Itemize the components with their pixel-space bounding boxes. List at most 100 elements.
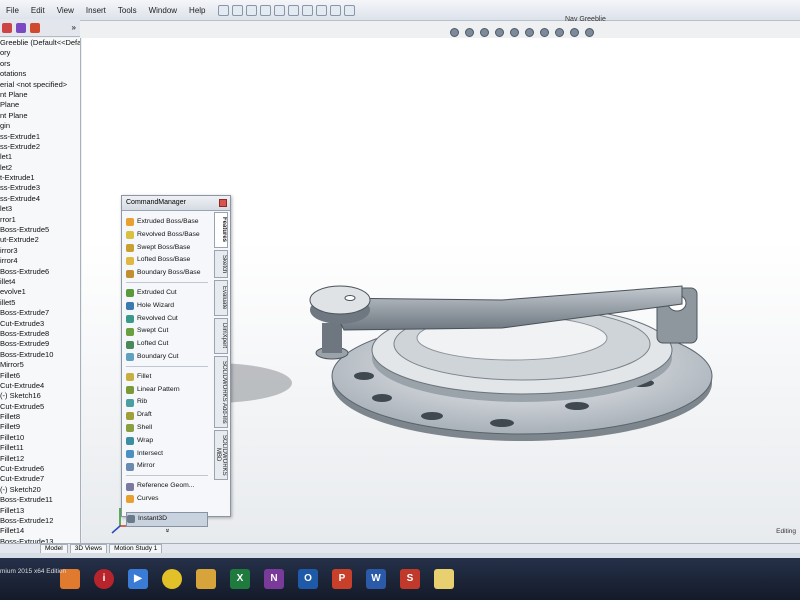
menu-view[interactable]: View — [51, 6, 80, 15]
apply-scene-icon[interactable] — [570, 28, 579, 37]
zoom-to-area-icon[interactable] — [465, 28, 474, 37]
tree-item[interactable]: illet5 — [0, 298, 80, 308]
tree-item[interactable]: Fillet10 — [0, 433, 80, 443]
tree-item[interactable]: Boss-Extrude8 — [0, 329, 80, 339]
tree-item[interactable]: ss-Extrude4 — [0, 194, 80, 204]
tree-item[interactable]: Plane — [0, 100, 80, 110]
pin-icon[interactable] — [217, 4, 229, 16]
menu-insert[interactable]: Insert — [80, 6, 112, 15]
tree-item[interactable]: ors — [0, 59, 80, 69]
tree-item[interactable]: Boss-Extrude7 — [0, 308, 80, 318]
rebuild-icon[interactable] — [315, 4, 327, 16]
tree-item[interactable]: t-Extrude1 — [0, 173, 80, 183]
tree-item[interactable]: Cut-Extrude7 — [0, 474, 80, 484]
chrome-icon[interactable] — [162, 569, 182, 589]
command-item[interactable]: Fillet — [126, 371, 208, 384]
tree-item[interactable]: ut-Extrude2 — [0, 235, 80, 245]
tree-item[interactable]: Fillet13 — [0, 506, 80, 516]
command-item[interactable]: Wrap — [126, 435, 208, 448]
hide-show-items-icon[interactable] — [540, 28, 549, 37]
command-item[interactable]: Revolved Boss/Base — [126, 229, 208, 242]
tree-item[interactable]: Fillet12 — [0, 454, 80, 464]
tree-item[interactable]: Boss-Extrude10 — [0, 350, 80, 360]
tree-item[interactable]: irror3 — [0, 246, 80, 256]
command-item[interactable]: Shell — [126, 422, 208, 435]
expand-panel-icon[interactable]: » — [72, 23, 76, 32]
tree-item[interactable]: ss-Extrude1 — [0, 132, 80, 142]
print-icon[interactable] — [273, 4, 285, 16]
tree-item[interactable]: Cut-Extrude5 — [0, 402, 80, 412]
select-icon[interactable] — [301, 4, 313, 16]
tree-item[interactable]: Fillet6 — [0, 371, 80, 381]
tree-item[interactable]: (-) Sketch20 — [0, 485, 80, 495]
tree-item[interactable]: Fillet9 — [0, 422, 80, 432]
tree-item[interactable]: Fillet11 — [0, 443, 80, 453]
command-item[interactable]: Rib — [126, 396, 208, 409]
solidworks-icon[interactable]: S — [400, 569, 420, 589]
new-document-icon[interactable] — [231, 4, 243, 16]
command-item[interactable]: Lofted Cut — [126, 338, 208, 351]
command-tab[interactable]: Features — [214, 212, 228, 248]
command-item[interactable]: Hole Wizard — [126, 300, 208, 313]
previous-view-icon[interactable] — [480, 28, 489, 37]
menu-tools[interactable]: Tools — [112, 6, 143, 15]
command-tab[interactable]: DimXpert — [214, 318, 228, 354]
command-item[interactable]: Draft — [126, 409, 208, 422]
tree-item[interactable]: ss-Extrude2 — [0, 142, 80, 152]
close-icon[interactable] — [219, 199, 227, 207]
command-item[interactable]: Lofted Boss/Base — [126, 254, 208, 267]
command-tab[interactable]: SOLIDWORKS Add-Ins — [214, 356, 228, 428]
menu-help[interactable]: Help — [183, 6, 211, 15]
property-manager-tab-icon[interactable] — [16, 22, 26, 33]
file-properties-icon[interactable] — [329, 4, 341, 16]
tree-item[interactable]: Boss-Extrude5 — [0, 225, 80, 235]
section-view-icon[interactable] — [495, 28, 504, 37]
tree-item[interactable]: Cut-Extrude3 — [0, 319, 80, 329]
tree-item[interactable]: nt Plane — [0, 111, 80, 121]
tree-item[interactable]: irror4 — [0, 256, 80, 266]
command-item[interactable]: Linear Pattern — [126, 384, 208, 397]
open-folder-icon[interactable] — [245, 4, 257, 16]
tree-item[interactable]: Mirror5 — [0, 360, 80, 370]
command-item[interactable]: Boundary Cut — [126, 351, 208, 364]
command-item[interactable]: Swept Boss/Base — [126, 242, 208, 255]
menu-edit[interactable]: Edit — [25, 6, 51, 15]
menu-file[interactable]: File — [0, 6, 25, 15]
tree-item[interactable]: let3 — [0, 204, 80, 214]
command-tab[interactable]: Evaluate — [214, 280, 228, 316]
tree-item[interactable]: illet4 — [0, 277, 80, 287]
powerpoint-icon[interactable]: P — [332, 569, 352, 589]
tree-item[interactable]: Boss-Extrude6 — [0, 267, 80, 277]
word-icon[interactable]: W — [366, 569, 386, 589]
feature-manager-tab-icon[interactable] — [2, 22, 12, 33]
command-item[interactable]: Extruded Cut — [126, 287, 208, 300]
tree-item[interactable]: Cut-Extrude6 — [0, 464, 80, 474]
onenote-icon[interactable]: N — [264, 569, 284, 589]
undo-icon[interactable] — [287, 4, 299, 16]
view-settings-icon[interactable] — [585, 28, 594, 37]
outlook-icon[interactable]: O — [298, 569, 318, 589]
command-tab[interactable]: SOLIDWORKS MBD — [214, 430, 228, 480]
display-style-icon[interactable] — [525, 28, 534, 37]
tree-item[interactable]: rror1 — [0, 215, 80, 225]
tree-item[interactable]: otations — [0, 69, 80, 79]
command-item[interactable]: Revolved Cut — [126, 313, 208, 326]
save-icon[interactable] — [259, 4, 271, 16]
tree-item[interactable]: Boss-Extrude9 — [0, 339, 80, 349]
tree-item[interactable]: erial <not specified> — [0, 80, 80, 90]
tree-item[interactable]: gin — [0, 121, 80, 131]
tree-item[interactable]: ory — [0, 48, 80, 58]
command-item[interactable]: Boundary Boss/Base — [126, 267, 208, 280]
tree-item[interactable]: Boss-Extrude11 — [0, 495, 80, 505]
tree-item[interactable]: evolve1 — [0, 287, 80, 297]
info-icon[interactable]: i — [94, 569, 114, 589]
file-icon[interactable] — [434, 569, 454, 589]
edit-appearance-icon[interactable] — [555, 28, 564, 37]
command-tab[interactable]: Sketch — [214, 250, 228, 278]
tree-item[interactable]: (-) Sketch16 — [0, 391, 80, 401]
tree-item[interactable]: Fillet14 — [0, 526, 80, 536]
media-icon[interactable]: ▶ — [128, 569, 148, 589]
command-item[interactable]: Swept Cut — [126, 325, 208, 338]
tree-item[interactable]: Boss-Extrude12 — [0, 516, 80, 526]
explorer-icon[interactable] — [196, 569, 216, 589]
